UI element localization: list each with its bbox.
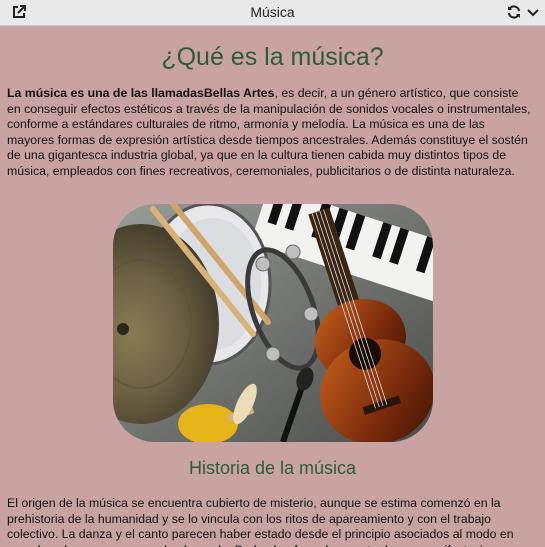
chevron-down-icon[interactable] [525,4,541,20]
history-heading: Historia de la música [188,458,357,478]
intro-bold-text: La música es una de las llamadasBellas A… [7,86,275,100]
history-paragraph: El origen de la música se encuentra cubi… [7,496,514,547]
window-title: Música [250,4,295,20]
window-titlebar: Música [0,0,545,26]
instruments-image [113,204,433,442]
page-title: ¿Qué es la música? [161,43,384,71]
intro-paragraph: La música es una de las llamadasBellas A… [7,86,535,180]
refresh-icon[interactable] [506,4,522,20]
article-content: ¿Qué es la música? La música es una de l… [0,26,545,547]
